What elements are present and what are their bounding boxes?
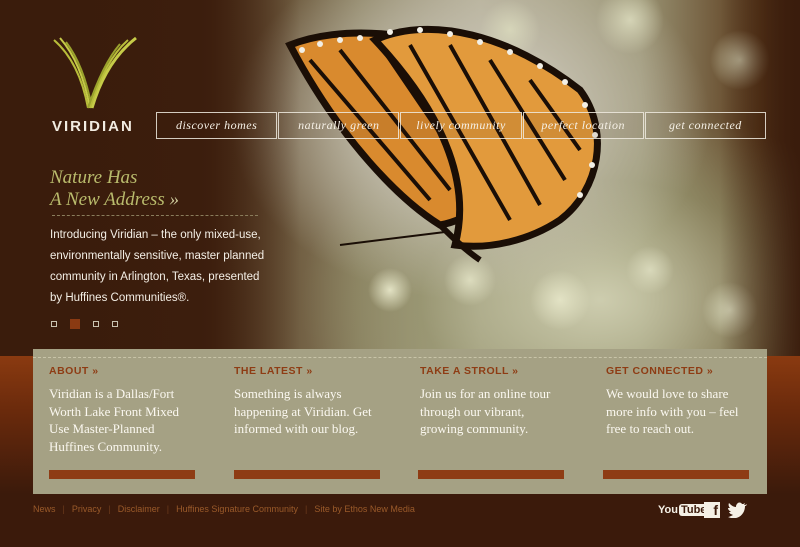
youtube-icon[interactable]: You Tube [658,500,709,520]
headline-line-1: Nature Has [50,167,138,188]
column-bar [603,470,749,479]
slider-pagination [51,319,118,329]
about-text: Viridian is a Dallas/Fort Worth Lake Fro… [49,386,180,454]
footer-separator: | [108,504,111,514]
footer-link-huffines[interactable]: Huffines Signature Community [176,504,298,514]
connect-link[interactable]: GET CONNECTED » [606,365,756,377]
facebook-icon[interactable]: f [704,502,720,518]
footer-link-credits[interactable]: Site by Ethos New Media [314,504,415,514]
column-bar [234,470,380,479]
latest-link[interactable]: THE LATEST » [234,365,384,377]
column-bar [418,470,564,479]
nav-discover-homes[interactable]: discover homes [156,112,278,139]
slide-dot-4[interactable] [112,321,118,327]
about-link[interactable]: ABOUT » [49,365,199,377]
slide-dot-2[interactable] [70,319,80,329]
footer-link-news[interactable]: News [33,504,56,514]
info-panel: ABOUT » Viridian is a Dallas/Fort Worth … [33,349,767,494]
slide-dot-3[interactable] [93,321,99,327]
nav-naturally-green[interactable]: naturally green [278,112,400,139]
column-connect: GET CONNECTED » We would love to share m… [606,365,756,438]
footer-separator: | [62,504,65,514]
footer-link-privacy[interactable]: Privacy [72,504,102,514]
viridian-logo[interactable]: VIRIDIAN [48,36,138,136]
column-stroll: TAKE A STROLL » Join us for an online to… [420,365,570,438]
footer-separator: | [304,504,308,514]
twitter-icon[interactable] [728,502,748,518]
page: VIRIDIAN discover homes naturally green … [0,0,800,547]
nav-lively-community[interactable]: lively community [400,112,522,139]
latest-text: Something is always happening at Viridia… [234,386,372,436]
divider [33,357,767,358]
footer-link-disclaimer[interactable]: Disclaimer [118,504,160,514]
nav-get-connected[interactable]: get connected [644,112,767,139]
headline-line-2-text: A New Address [50,189,165,210]
slide-dot-1[interactable] [51,321,57,327]
column-about: ABOUT » Viridian is a Dallas/Fort Worth … [49,365,199,455]
hero-shade [720,0,800,356]
hero-headline[interactable]: Nature Has A New Address » [50,167,179,211]
stroll-text: Join us for an online tour through our v… [420,386,551,436]
hero-intro-text: Introducing Viridian – the only mixed-us… [50,229,265,304]
headline-arrow-icon: » [169,189,179,210]
column-bar [49,470,195,479]
main-nav: discover homes naturally green lively co… [156,112,767,139]
connect-text: We would love to share more info with yo… [606,386,739,436]
column-latest: THE LATEST » Something is always happeni… [234,365,384,438]
divider [52,215,258,216]
youtube-you: You [658,504,678,516]
nav-perfect-location[interactable]: perfect location [522,112,644,139]
logo-mark-icon [53,36,137,109]
stroll-link[interactable]: TAKE A STROLL » [420,365,570,377]
brand-name: VIRIDIAN [52,118,134,135]
headline-line-2: A New Address » [50,189,179,211]
footer-separator: | [166,504,170,514]
footer-links: News | Privacy | Disclaimer | Huffines S… [33,504,415,514]
butterfly-image [285,25,601,263]
